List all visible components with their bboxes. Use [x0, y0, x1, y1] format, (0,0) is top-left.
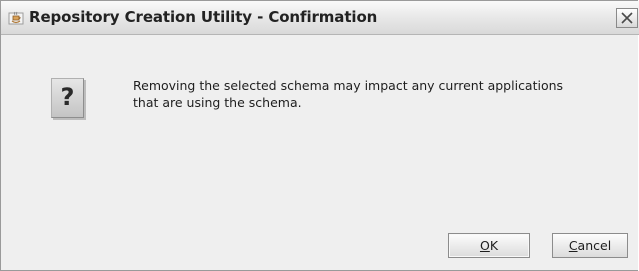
message-line-1: Removing the selected schema may impact … [133, 78, 564, 93]
title-bar[interactable]: Repository Creation Utility - Confirmati… [1, 1, 639, 35]
cancel-button[interactable]: Cancel [552, 233, 628, 258]
question-icon: ? [51, 78, 84, 118]
close-icon [621, 12, 633, 24]
cancel-mnemonic: C [568, 238, 578, 253]
ok-button[interactable]: OK [448, 233, 530, 258]
question-mark-glyph: ? [60, 83, 75, 111]
message-line-2: that are using the schema. [133, 95, 302, 110]
close-button[interactable] [616, 8, 638, 28]
window-title: Repository Creation Utility - Confirmati… [29, 8, 378, 26]
ok-mnemonic: O [479, 238, 490, 253]
confirmation-message: Removing the selected schema may impact … [133, 77, 628, 111]
ok-label-rest: K [489, 238, 499, 253]
confirmation-dialog: Repository Creation Utility - Confirmati… [0, 0, 639, 271]
java-coffee-cup-icon [8, 10, 24, 26]
cancel-label-rest: ancel [577, 238, 612, 253]
